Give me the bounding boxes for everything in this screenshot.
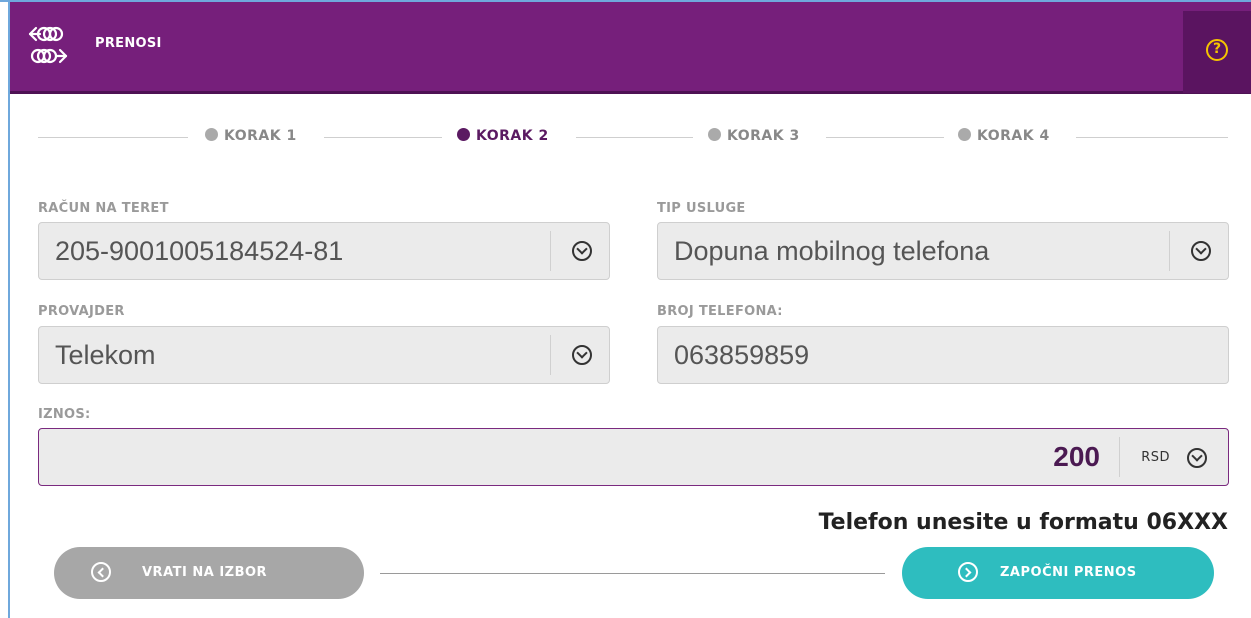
- page-title: PRENOSI: [95, 36, 162, 51]
- account-value: 205-9001005184524-81: [55, 236, 344, 266]
- step-line: [324, 137, 442, 138]
- step-4: KORAK 4: [958, 128, 1050, 144]
- step-dot-icon: [205, 128, 218, 141]
- transfer-arrows-icon: [28, 26, 68, 64]
- field-divider: [1119, 437, 1120, 477]
- amount-label: IZNOS:: [38, 407, 91, 422]
- service-label: TIP USLUGE: [657, 201, 746, 216]
- step-line: [826, 137, 944, 138]
- chevron-down-icon[interactable]: [572, 345, 592, 365]
- header-bar: PRENOSI ?: [10, 2, 1251, 94]
- step-3: KORAK 3: [708, 128, 800, 144]
- step-line: [576, 137, 693, 138]
- service-value: Dopuna mobilnog telefona: [674, 236, 990, 266]
- chevron-down-icon[interactable]: [1191, 241, 1211, 261]
- step-dot-icon: [708, 128, 721, 141]
- amount-input[interactable]: 200 RSD: [38, 428, 1229, 486]
- back-button[interactable]: VRATI NA IZBOR: [54, 547, 364, 599]
- phone-label: BROJ TELEFONA:: [657, 304, 783, 319]
- provider-select[interactable]: Telekom: [38, 326, 610, 384]
- button-divider: [380, 573, 885, 574]
- start-transfer-label: ZAPOČNI PRENOS: [1000, 565, 1137, 580]
- step-2: KORAK 2: [457, 128, 549, 144]
- chevron-right-icon: [958, 562, 978, 582]
- service-select[interactable]: Dopuna mobilnog telefona: [657, 222, 1229, 280]
- field-divider: [550, 335, 551, 375]
- provider-value: Telekom: [55, 340, 156, 370]
- field-divider: [550, 231, 551, 271]
- phone-format-hint: Telefon unesite u formatu 06XXX: [818, 510, 1228, 535]
- back-button-label: VRATI NA IZBOR: [142, 565, 268, 580]
- help-icon[interactable]: ?: [1206, 39, 1228, 61]
- chevron-down-icon[interactable]: [1187, 448, 1207, 468]
- step-1: KORAK 1: [205, 128, 297, 144]
- step-dot-icon: [958, 128, 971, 141]
- step-line: [38, 137, 188, 138]
- account-select[interactable]: 205-9001005184524-81: [38, 222, 610, 280]
- help-button[interactable]: ?: [1183, 11, 1251, 93]
- amount-value[interactable]: 200: [1053, 441, 1100, 473]
- chevron-left-icon: [91, 562, 111, 582]
- start-transfer-button[interactable]: ZAPOČNI PRENOS: [902, 547, 1214, 599]
- provider-label: PROVAJDER: [38, 304, 125, 319]
- step-dot-icon: [457, 128, 470, 141]
- currency-label[interactable]: RSD: [1141, 450, 1170, 465]
- phone-value: 063859859: [674, 340, 810, 370]
- field-divider: [1169, 231, 1170, 271]
- step-line: [1076, 137, 1228, 138]
- chevron-down-icon[interactable]: [572, 241, 592, 261]
- step-indicator: KORAK 1 KORAK 2 KORAK 3 KORAK 4: [38, 125, 1228, 149]
- account-label: RAČUN NA TERET: [38, 201, 169, 216]
- phone-input[interactable]: 063859859: [657, 326, 1229, 384]
